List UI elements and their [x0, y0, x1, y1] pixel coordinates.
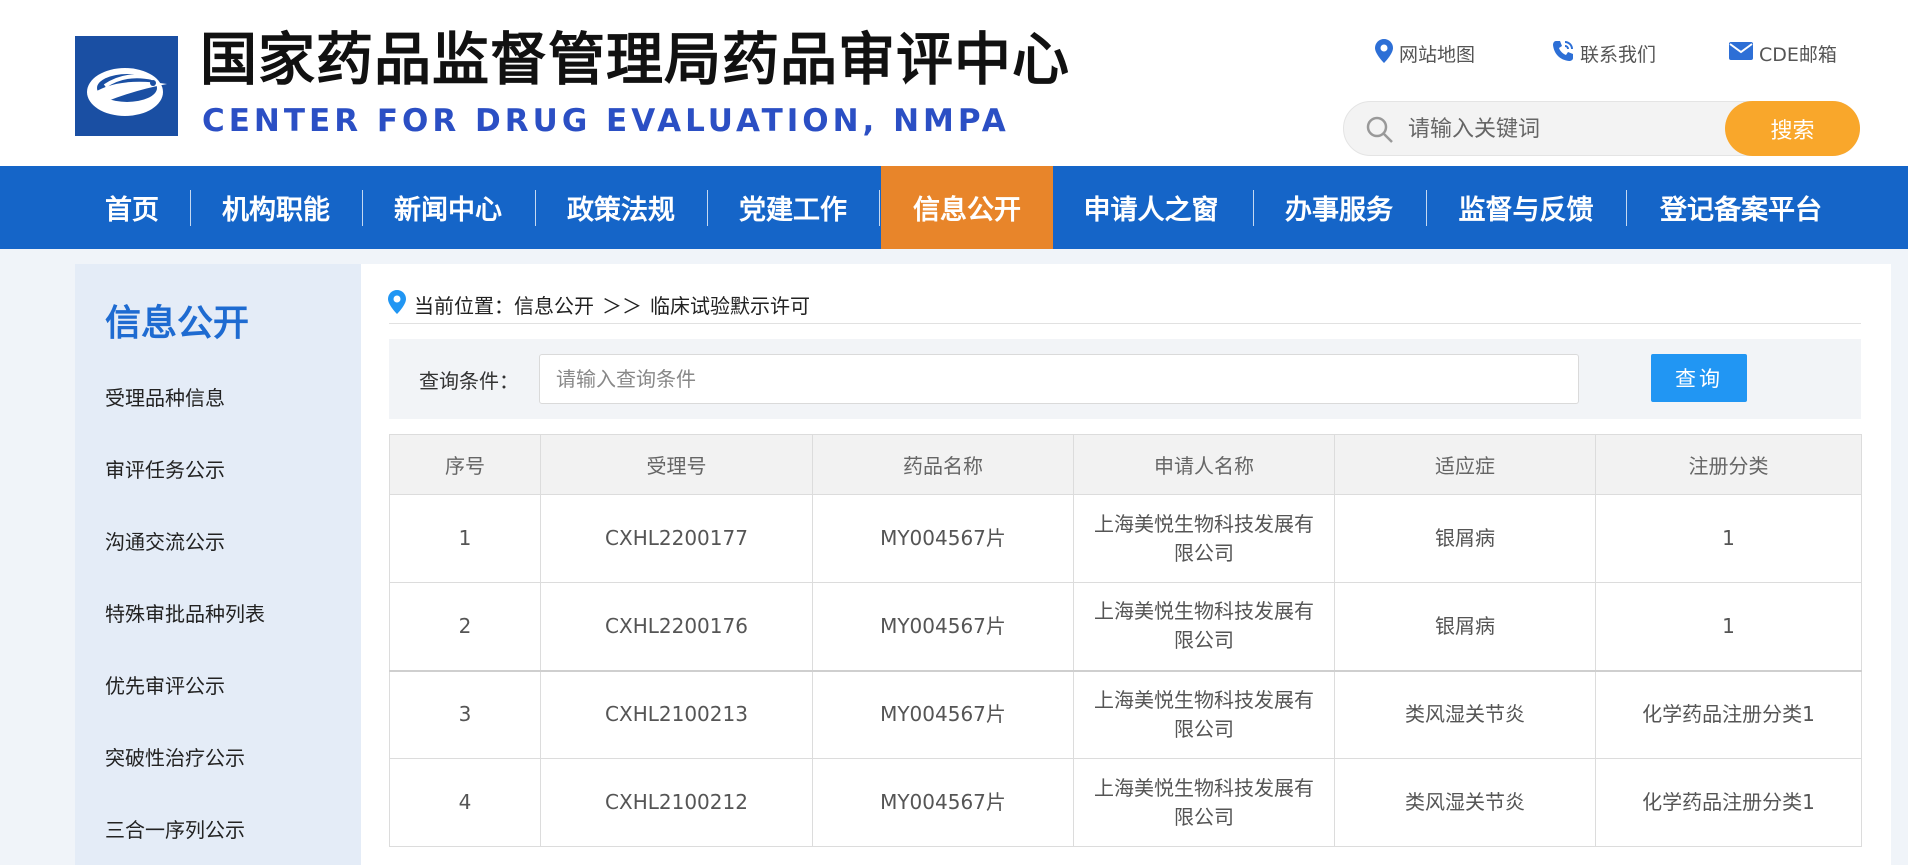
- cell-drug: MY004567片: [812, 669, 1074, 759]
- table-row[interactable]: 4 CXHL2100212 MY004567片 上海美悦生物科技发展有限公司 类…: [389, 758, 1862, 847]
- nav-divider: [1253, 190, 1254, 226]
- sidebar-title: 信息公开: [105, 303, 250, 344]
- nav-item-policy[interactable]: 政策法规: [545, 166, 697, 249]
- cde-logo[interactable]: [75, 36, 178, 136]
- sidebar-item-breakthrough[interactable]: 突破性治疗公示: [105, 742, 245, 771]
- nav-divider: [362, 190, 363, 226]
- column-header-drug: 药品名称: [812, 434, 1074, 495]
- cell-no: 4: [389, 758, 541, 847]
- column-header-applicant: 申请人名称: [1073, 434, 1335, 495]
- query-label: 查询条件：: [419, 369, 519, 393]
- nav-divider: [879, 190, 880, 226]
- sidebar-item-priority-review[interactable]: 优先审评公示: [105, 670, 225, 699]
- location-pin-icon: [1375, 38, 1399, 68]
- column-header-no: 序号: [389, 434, 541, 495]
- nav-item-news[interactable]: 新闻中心: [372, 166, 524, 249]
- cell-indication: 类风湿关节炎: [1334, 758, 1596, 847]
- cell-indication: 银屑病: [1334, 494, 1596, 583]
- nav-divider: [535, 190, 536, 226]
- cell-applicant: 上海美悦生物科技发展有限公司: [1073, 669, 1335, 759]
- toplink-label: CDE邮箱: [1759, 43, 1837, 66]
- query-button[interactable]: 查询: [1651, 354, 1747, 402]
- nav-item-home[interactable]: 首页: [84, 166, 180, 249]
- cell-applicant: 上海美悦生物科技发展有限公司: [1073, 582, 1335, 671]
- phone-icon: [1552, 40, 1580, 67]
- results-table: 序号 受理号 药品名称 申请人名称 适应症 注册分类 1 CXHL2200177…: [389, 434, 1862, 847]
- cell-accept-no: CXHL2200176: [540, 582, 813, 671]
- nav-divider: [707, 190, 708, 226]
- nav-item-functions[interactable]: 机构职能: [200, 166, 352, 249]
- cell-category: 化学药品注册分类1: [1595, 669, 1862, 759]
- column-header-accept-no: 受理号: [540, 434, 813, 495]
- breadcrumb-divider: [389, 323, 1861, 324]
- nav-item-feedback[interactable]: 监督与反馈: [1436, 166, 1616, 249]
- location-pin-icon: [388, 289, 414, 319]
- breadcrumb-separator: ＞＞: [602, 293, 642, 318]
- mail-icon: [1729, 41, 1759, 65]
- nav-divider: [1426, 190, 1427, 226]
- table-row[interactable]: 2 CXHL2200176 MY004567片 上海美悦生物科技发展有限公司 银…: [389, 582, 1862, 671]
- cell-drug: MY004567片: [812, 758, 1074, 847]
- table-row[interactable]: 3 CXHL2100213 MY004567片 上海美悦生物科技发展有限公司 类…: [389, 669, 1862, 759]
- nav-divider: [1626, 190, 1627, 226]
- main-content: 当前位置： 信息公开 ＞＞ 临床试验默示许可 查询条件： 查询 序号 受理号 药…: [361, 264, 1891, 865]
- site-search-input[interactable]: [1408, 111, 1708, 147]
- breadcrumb: 当前位置： 信息公开 ＞＞ 临床试验默示许可: [388, 284, 810, 324]
- nav-divider: [190, 190, 191, 226]
- cell-drug: MY004567片: [812, 494, 1074, 583]
- cell-category: 1: [1595, 582, 1862, 671]
- table-row[interactable]: 1 CXHL2200177 MY004567片 上海美悦生物科技发展有限公司 银…: [389, 494, 1862, 583]
- toplink-sitemap-wrap: 网站地图: [1375, 38, 1475, 68]
- nav-item-info-public[interactable]: 信息公开: [881, 166, 1053, 249]
- nav-item-party[interactable]: 党建工作: [717, 166, 869, 249]
- cell-no: 2: [389, 582, 541, 671]
- cell-accept-no: CXHL2100213: [540, 669, 813, 759]
- site-title-cn: 国家药品监督管理局药品审评中心: [200, 27, 1070, 93]
- cell-accept-no: CXHL2100212: [540, 758, 813, 847]
- nav-item-services[interactable]: 办事服务: [1263, 166, 1415, 249]
- cell-drug: MY004567片: [812, 582, 1074, 671]
- cell-indication: 银屑病: [1334, 582, 1596, 671]
- cell-no: 3: [389, 669, 541, 759]
- cell-applicant: 上海美悦生物科技发展有限公司: [1073, 494, 1335, 583]
- cell-applicant: 上海美悦生物科技发展有限公司: [1073, 758, 1335, 847]
- toplink-mail[interactable]: CDE邮箱: [1729, 40, 1837, 67]
- breadcrumb-parent[interactable]: 信息公开: [514, 290, 594, 319]
- cell-indication: 类风湿关节炎: [1334, 669, 1596, 759]
- column-header-indication: 适应症: [1334, 434, 1596, 495]
- toplink-contact-wrap: 联系我们: [1552, 38, 1656, 68]
- cell-no: 1: [389, 494, 541, 583]
- toplink-sitemap[interactable]: 网站地图: [1375, 38, 1476, 68]
- toplink-label: 联系我们: [1580, 43, 1657, 66]
- query-input[interactable]: [539, 354, 1579, 404]
- column-header-category: 注册分类: [1595, 434, 1862, 495]
- nav-item-registration[interactable]: 登记备案平台: [1636, 166, 1846, 249]
- main-nav: 首页 机构职能 新闻中心 政策法规 党建工作 信息公开 申请人之窗 办事服务 监…: [0, 166, 1908, 249]
- toplink-mail-wrap: CDE邮箱: [1729, 38, 1837, 68]
- table-header-row: 序号 受理号 药品名称 申请人名称 适应症 注册分类: [389, 434, 1862, 495]
- site-search-button[interactable]: 搜索: [1725, 101, 1860, 156]
- query-bar: 查询条件： 查询: [389, 339, 1861, 419]
- cell-category: 化学药品注册分类1: [1595, 758, 1862, 847]
- sidebar: 信息公开 受理品种信息 审评任务公示 沟通交流公示 特殊审批品种列表 优先审评公…: [75, 264, 361, 865]
- sidebar-item-special-approval[interactable]: 特殊审批品种列表: [105, 598, 265, 627]
- sidebar-item-review-tasks[interactable]: 审评任务公示: [105, 454, 225, 483]
- nav-item-applicant[interactable]: 申请人之窗: [1063, 166, 1239, 249]
- sidebar-item-accepted[interactable]: 受理品种信息: [105, 382, 225, 411]
- cell-accept-no: CXHL2200177: [540, 494, 813, 583]
- cell-category: 1: [1595, 494, 1862, 583]
- sidebar-item-communication[interactable]: 沟通交流公示: [105, 526, 225, 555]
- site-search: 搜索: [1343, 101, 1860, 156]
- site-header: 国家药品监督管理局药品审评中心 CENTER FOR DRUG EVALUATI…: [0, 0, 1908, 166]
- toplink-contact[interactable]: 联系我们: [1552, 40, 1656, 67]
- breadcrumb-current: 临床试验默示许可: [650, 293, 810, 318]
- toplink-label: 网站地图: [1399, 43, 1476, 66]
- sidebar-item-three-in-one[interactable]: 三合一序列公示: [105, 814, 245, 843]
- breadcrumb-prefix: 当前位置：: [414, 293, 514, 318]
- search-icon: [1366, 116, 1394, 148]
- site-title-en: CENTER FOR DRUG EVALUATION, NMPA: [202, 103, 1010, 139]
